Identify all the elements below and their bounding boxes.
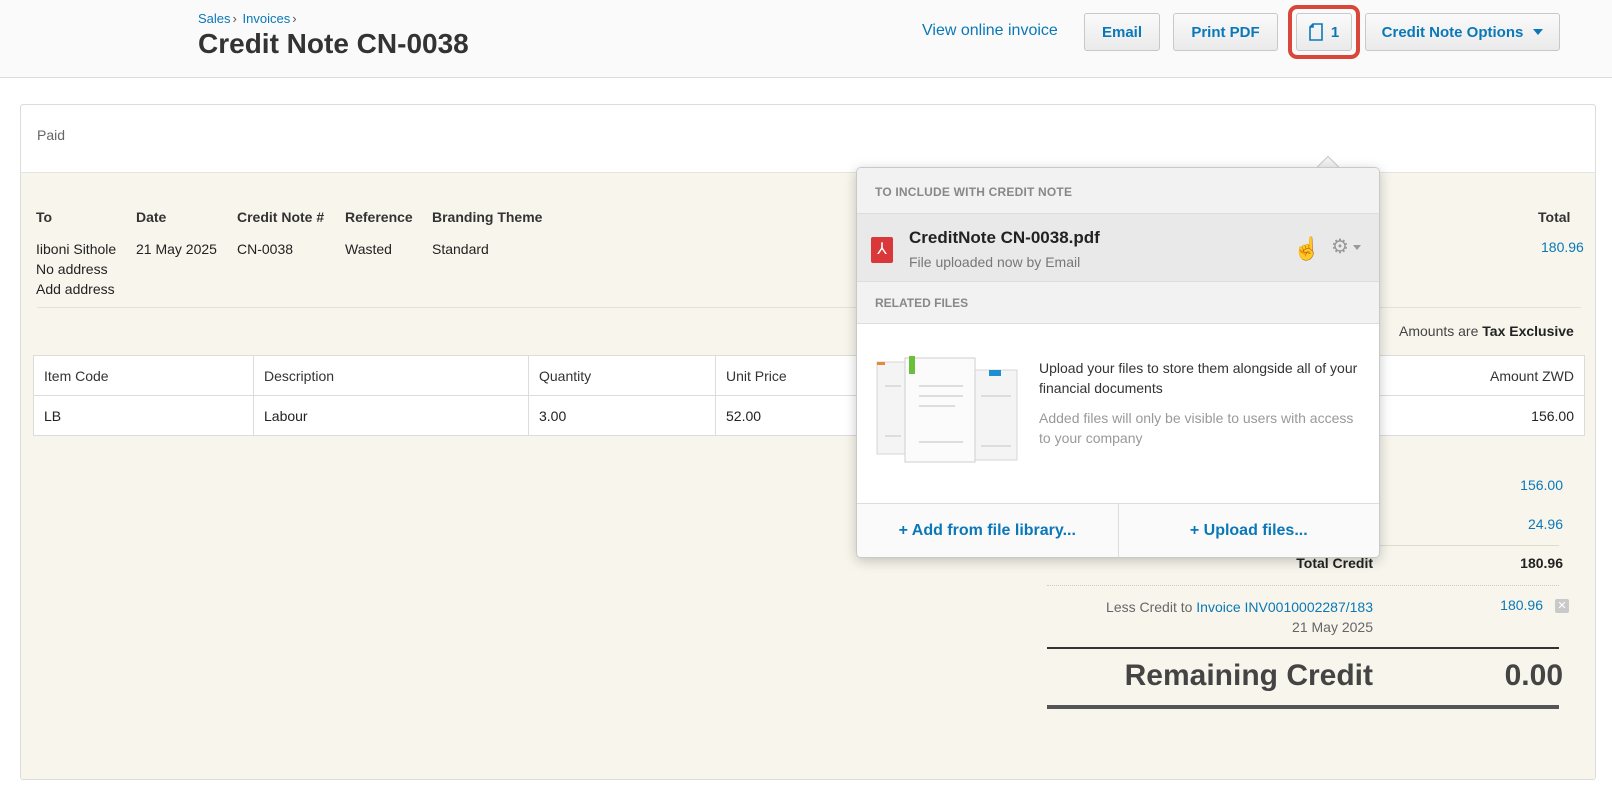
remaining-credit-value: 0.00 [1504, 659, 1563, 692]
amounts-note-mode: Tax Exclusive [1482, 323, 1574, 339]
item-code-cell: LB [33, 395, 254, 436]
hand-cursor-icon: ☝ [1293, 236, 1321, 261]
quantity-cell: 3.00 [528, 395, 716, 436]
print-pdf-button[interactable]: Print PDF [1173, 13, 1278, 51]
less-credit-date: 21 May 2025 [1292, 619, 1373, 635]
column-header: Amount ZWD [1379, 355, 1585, 396]
total-credit-value: 180.96 [1520, 555, 1563, 571]
remaining-credit-label: Remaining Credit [1124, 659, 1373, 692]
less-credit-invoice-link[interactable]: Invoice [1196, 599, 1240, 615]
files-popover: TO INCLUDE WITH CREDIT NOTE ⅄ CreditNote… [856, 167, 1380, 558]
date-column: Date 21 May 2025 [136, 209, 217, 259]
upload-visibility-note: Added files will only be visible to user… [1039, 410, 1354, 446]
subtotal-value: 156.00 [1520, 477, 1563, 493]
description-cell: Labour [253, 395, 529, 436]
total-label: Total [1538, 209, 1571, 225]
add-from-library-button[interactable]: + Add from file library... [857, 504, 1118, 557]
highlight-ring [1288, 5, 1360, 59]
to-label: To [36, 209, 53, 225]
amount-cell: 156.00 [1379, 395, 1585, 436]
remaining-double-rule [1047, 705, 1559, 709]
gear-icon[interactable]: ⚙ [1331, 234, 1349, 259]
number-column: Credit Note # CN-0038 [237, 209, 324, 259]
related-files-empty-state: Upload your files to store them alongsid… [857, 324, 1379, 504]
date-label: Date [136, 209, 167, 225]
breadcrumb: Sales › Invoices › [198, 11, 299, 26]
popover-actions: + Add from file library... + Upload file… [857, 503, 1379, 557]
date-value: 21 May 2025 [136, 241, 217, 257]
panel-toolbar: Paid [21, 105, 1595, 173]
status-label: Paid [37, 127, 66, 143]
column-header: Quantity [528, 355, 716, 396]
related-files-heading: RELATED FILES [857, 282, 1379, 324]
to-column: To Iiboni Sithole No address Add address [36, 209, 116, 299]
column-header: Description [253, 355, 529, 396]
email-button[interactable]: Email [1084, 13, 1160, 51]
view-online-invoice-link[interactable]: View online invoice [922, 22, 1058, 40]
upload-files-button[interactable]: + Upload files... [1117, 504, 1380, 557]
less-credit-line: Less Credit to Invoice INV0010002287/183… [981, 597, 1373, 637]
less-credit-amount[interactable]: 180.96 [1500, 597, 1543, 613]
file-name[interactable]: CreditNote CN-0038.pdf [909, 228, 1100, 248]
credit-note-options-button[interactable]: Credit Note Options [1365, 13, 1560, 51]
add-address-link[interactable]: Add address [36, 279, 116, 299]
tax-value: 24.96 [1527, 516, 1563, 532]
credit-note-options-label: Credit Note Options [1381, 23, 1524, 41]
breadcrumb-separator: › [232, 11, 237, 26]
chevron-down-icon [1533, 29, 1544, 35]
page-title: Credit Note CN-0038 [198, 28, 469, 59]
theme-value: Standard [432, 241, 489, 257]
amounts-note: Amounts are Tax Exclusive [1399, 323, 1574, 339]
attached-file-row[interactable]: ⅄ CreditNote CN-0038.pdf File uploaded n… [857, 214, 1379, 282]
summary-divider [1047, 585, 1559, 586]
include-heading: TO INCLUDE WITH CREDIT NOTE [857, 168, 1379, 214]
reference-column: Reference Wasted [345, 209, 413, 259]
less-credit-invoice-number[interactable]: INV0010002287/183 [1245, 599, 1373, 615]
less-credit-prefix: Less Credit to [1106, 599, 1193, 615]
breadcrumb-separator: › [292, 11, 297, 26]
reference-label: Reference [345, 209, 413, 225]
remaining-divider [1047, 647, 1559, 649]
pdf-file-icon: ⅄ [871, 237, 893, 263]
number-value: CN-0038 [237, 241, 294, 257]
documents-illustration-icon [876, 356, 1018, 463]
amounts-note-prefix: Amounts are [1399, 323, 1479, 339]
breadcrumb-invoices[interactable]: Invoices [243, 11, 291, 26]
theme-label: Branding Theme [432, 209, 543, 225]
remove-allocation-icon[interactable]: ✕ [1555, 599, 1569, 613]
number-label: Credit Note # [237, 209, 325, 225]
upload-description: Upload your files to store them alongsid… [1039, 360, 1358, 396]
file-upload-info: File uploaded now by Email [909, 254, 1081, 270]
breadcrumb-sales[interactable]: Sales [198, 11, 231, 26]
total-value: 180.96 [1541, 239, 1584, 255]
chevron-down-icon [1353, 245, 1361, 250]
reference-value: Wasted [345, 241, 392, 257]
address-text: No address [36, 261, 108, 277]
contact-link[interactable]: Iiboni Sithole [36, 239, 116, 259]
column-header: Item Code [33, 355, 254, 396]
theme-column: Branding Theme Standard [432, 209, 542, 259]
